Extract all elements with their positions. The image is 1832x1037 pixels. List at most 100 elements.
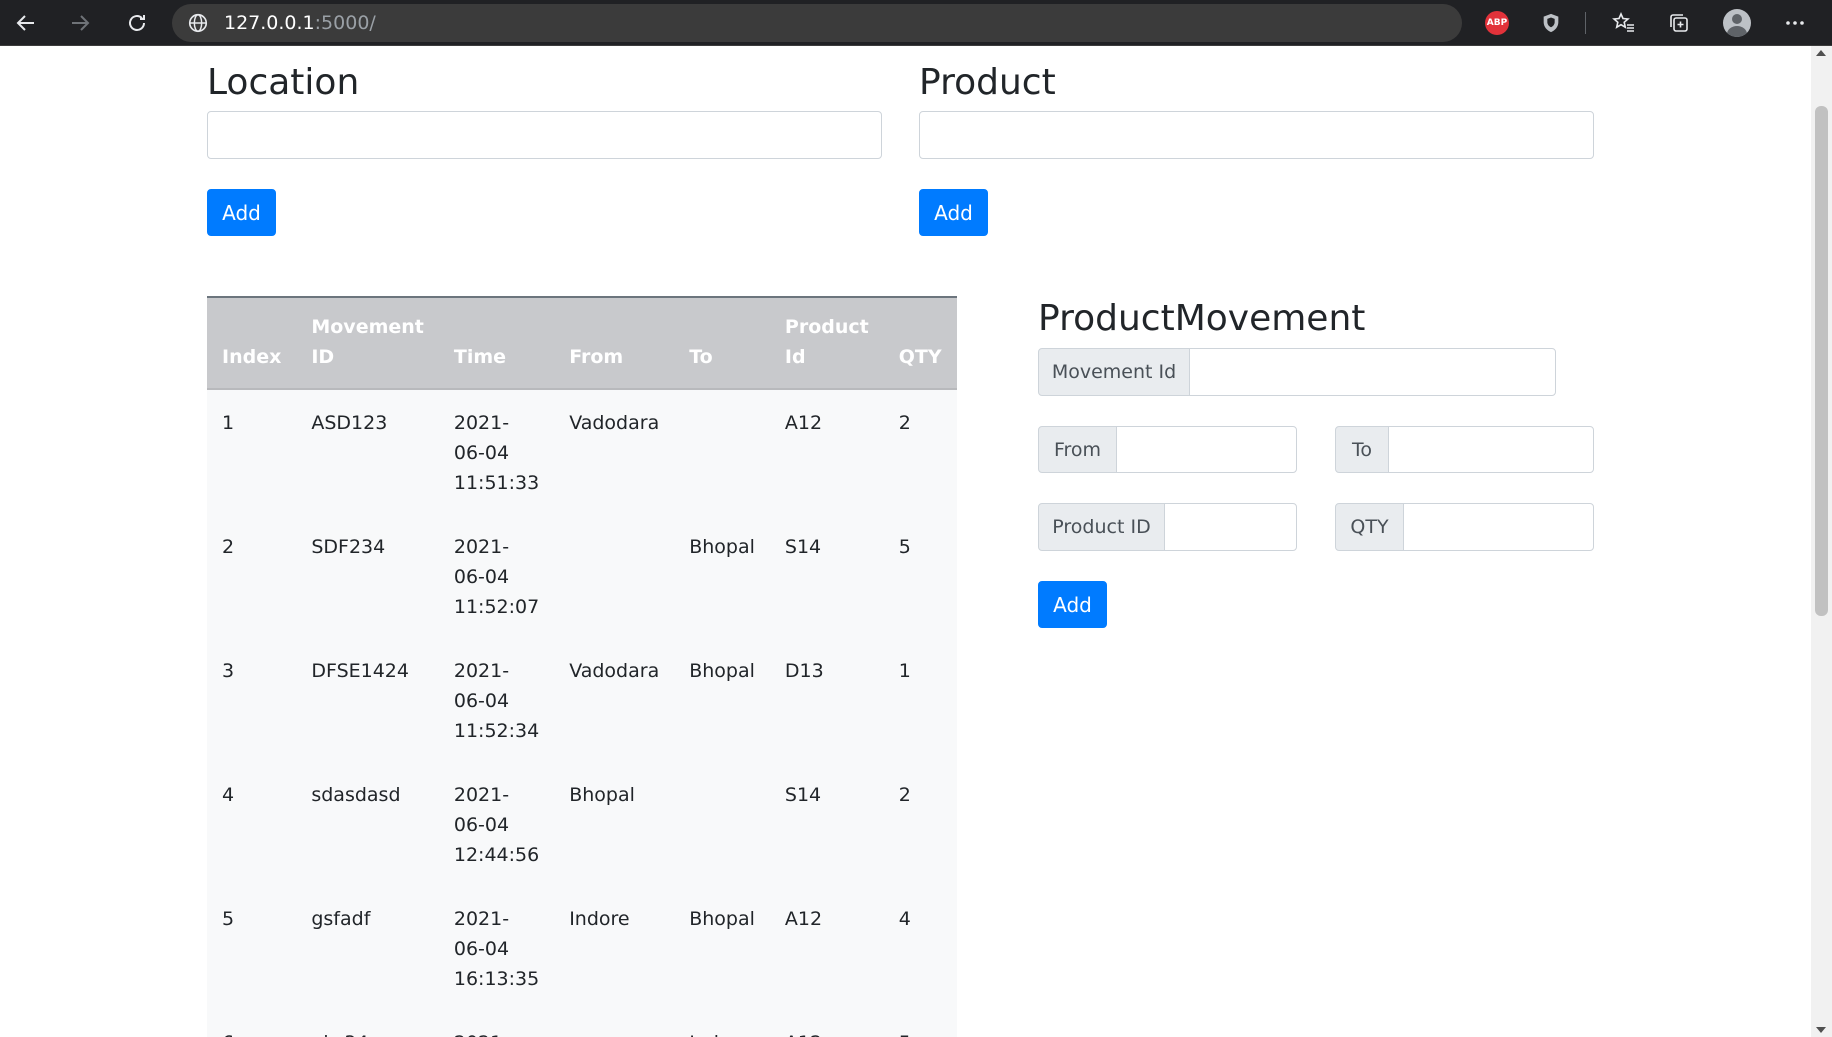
product-title: Product — [919, 62, 1056, 103]
cell-movement-id: SDF234 — [296, 514, 439, 638]
table-row: 2 SDF234 2021-06-04 11:52:07 Bhopal S14 … — [207, 514, 957, 638]
cell-time: 2021- — [438, 1010, 555, 1037]
cell-to: Indore — [674, 1010, 770, 1037]
cell-movement-id: sdasdasd — [296, 762, 439, 886]
product-id-input[interactable] — [1164, 503, 1297, 551]
cell-time: 2021-06-04 12:44:56 — [438, 762, 555, 886]
table-row: 5 gsfadf 2021-06-04 16:13:35 Indore Bhop… — [207, 886, 957, 1010]
cell-qty: 2 — [883, 389, 957, 514]
header-index: Index — [207, 297, 297, 390]
adblock-icon: ABP — [1485, 11, 1509, 35]
scroll-up-arrow-icon[interactable] — [1816, 50, 1826, 56]
cell-qty: 5 — [883, 514, 957, 638]
cell-index: 6 — [207, 1010, 297, 1037]
cell-product-id: A12 — [769, 886, 884, 1010]
back-arrow-icon — [16, 15, 34, 31]
cell-time: 2021-06-04 11:52:34 — [438, 638, 555, 762]
globe-icon — [186, 11, 210, 35]
from-input[interactable] — [1116, 426, 1297, 473]
table-row: 4 sdasdasd 2021-06-04 12:44:56 Bhopal S1… — [207, 762, 957, 886]
refresh-button[interactable] — [120, 6, 154, 40]
product-movement-title: ProductMovement — [1038, 298, 1366, 339]
cell-qty: 1 — [883, 638, 957, 762]
scroll-down-arrow-icon[interactable] — [1816, 1027, 1826, 1033]
shield-icon — [1543, 13, 1559, 33]
cell-to: Bhopal — [674, 514, 770, 638]
add-product-button[interactable]: Add — [919, 189, 988, 236]
page-content: Location Add Product Add Index Movement … — [0, 46, 1811, 1037]
shield-extension-button[interactable] — [1535, 7, 1567, 39]
cell-movement-id: DFSE1424 — [296, 638, 439, 762]
cell-product-id: A12 — [769, 1010, 884, 1037]
cell-from: Vadodara — [554, 638, 675, 762]
cell-index: 4 — [207, 762, 297, 886]
cell-to: Bhopal — [674, 638, 770, 762]
back-button[interactable] — [9, 6, 43, 40]
header-to: To — [674, 297, 770, 390]
collections-button[interactable] — [1663, 7, 1695, 39]
cell-product-id: A12 — [769, 389, 884, 514]
cell-index: 5 — [207, 886, 297, 1010]
cell-to: Bhopal — [674, 886, 770, 1010]
table-row: 6 gks34 2021- Indore A12 5 — [207, 1010, 957, 1037]
forward-arrow-icon — [72, 15, 90, 31]
star-list-icon — [1612, 12, 1634, 32]
cell-movement-id: ASD123 — [296, 389, 439, 514]
toolbar-separator — [1585, 12, 1586, 34]
movements-table: Index Movement ID Time From To Product I… — [207, 296, 957, 1037]
cell-qty: 2 — [883, 762, 957, 886]
from-label: From — [1038, 426, 1117, 473]
header-movement-id: Movement ID — [296, 297, 439, 390]
url-port: :5000/ — [314, 12, 376, 34]
address-bar[interactable]: 127.0.0.1:5000/ — [172, 4, 1462, 42]
movement-id-label: Movement Id — [1038, 348, 1190, 396]
cell-time: 2021-06-04 11:51:33 — [438, 389, 555, 514]
more-menu-button[interactable] — [1779, 7, 1811, 39]
cell-index: 2 — [207, 514, 297, 638]
movement-id-input[interactable] — [1189, 348, 1556, 396]
cell-product-id: S14 — [769, 514, 884, 638]
scrollbar-thumb[interactable] — [1815, 106, 1828, 616]
more-dots-icon — [1786, 21, 1804, 25]
header-from: From — [554, 297, 675, 390]
cell-to — [674, 762, 770, 886]
profile-button[interactable] — [1721, 7, 1753, 39]
forward-button[interactable] — [63, 6, 97, 40]
cell-to — [674, 389, 770, 514]
cell-qty: 4 — [883, 886, 957, 1010]
location-title: Location — [207, 62, 360, 103]
cell-time: 2021-06-04 11:52:07 — [438, 514, 555, 638]
url-host: 127.0.0.1 — [224, 12, 315, 34]
add-location-button[interactable]: Add — [207, 189, 276, 236]
favorites-button[interactable] — [1608, 7, 1640, 39]
cell-from — [554, 514, 675, 638]
cell-index: 3 — [207, 638, 297, 762]
add-movement-button[interactable]: Add — [1038, 581, 1107, 628]
header-qty: QTY — [883, 297, 957, 390]
adblock-extension-button[interactable]: ABP — [1481, 7, 1513, 39]
cell-movement-id: gsfadf — [296, 886, 439, 1010]
cell-from: Vadodara — [554, 389, 675, 514]
to-input[interactable] — [1388, 426, 1594, 473]
cell-product-id: D13 — [769, 638, 884, 762]
location-input[interactable] — [207, 111, 882, 159]
product-id-label: Product ID — [1038, 503, 1165, 551]
product-input[interactable] — [919, 111, 1594, 159]
cell-movement-id: gks34 — [296, 1010, 439, 1037]
header-product-id: Product Id — [769, 297, 884, 390]
table-header-row: Index Movement ID Time From To Product I… — [207, 297, 957, 390]
refresh-icon — [129, 15, 145, 31]
table-row: 1 ASD123 2021-06-04 11:51:33 Vadodara A1… — [207, 389, 957, 514]
cell-from — [554, 1010, 675, 1037]
header-time: Time — [438, 297, 555, 390]
cell-from: Indore — [554, 886, 675, 1010]
cell-qty: 5 — [883, 1010, 957, 1037]
to-label: To — [1335, 426, 1389, 473]
vertical-scrollbar[interactable] — [1811, 46, 1832, 1037]
qty-input[interactable] — [1403, 503, 1594, 551]
table-body: 1 ASD123 2021-06-04 11:51:33 Vadodara A1… — [207, 389, 957, 1037]
cell-from: Bhopal — [554, 762, 675, 886]
url-text: 127.0.0.1:5000/ — [224, 12, 376, 34]
table-row: 3 DFSE1424 2021-06-04 11:52:34 Vadodara … — [207, 638, 957, 762]
browser-toolbar: 127.0.0.1:5000/ ABP — [0, 0, 1832, 46]
